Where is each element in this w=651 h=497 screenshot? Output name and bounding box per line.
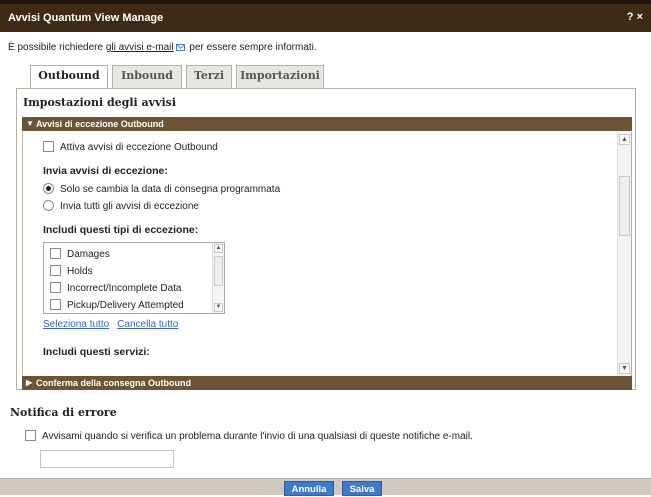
list-item[interactable]: Damages [50,248,110,260]
incorrect-data-checkbox[interactable] [50,282,61,293]
email-alerts-link[interactable]: gli avvisi e-mail [106,42,174,53]
intro-after: per essere sempre informati. [186,42,317,53]
scroll-thumb[interactable] [214,256,223,286]
section-delivery-confirmation[interactable]: ▶ Conferma della consegna Outbound [22,376,632,390]
intro-text: È possibile richiedere gli avvisi e-mail… [8,42,317,53]
list-item[interactable]: Holds [50,265,93,277]
scroll-down-icon[interactable]: ▼ [619,363,630,374]
window-titlebar: Avvisi Quantum View Manage ? × [0,0,651,32]
radio-scheduled-date[interactable]: Solo se cambia la data di consegna progr… [43,183,280,195]
intro-before: È possibile richiedere [8,42,106,53]
list-item[interactable]: Pickup/Delivery Attempted [50,299,184,311]
tab-outbound[interactable]: Outbound [30,65,108,89]
list-item-label: Damages [67,249,110,260]
selection-links: Seleziona tutto Cancella tutto [43,319,186,330]
footer-bar: Annulla Salva [0,478,651,496]
send-heading: Invia avvisi di eccezione: [43,165,168,177]
radio-all-exceptions-label: Invia tutti gli avvisi di eccezione [60,201,199,212]
pickup-delivery-checkbox[interactable] [50,299,61,310]
radio-scheduled-date-label: Solo se cambia la data di consegna progr… [60,184,281,195]
scroll-thumb[interactable] [619,176,630,236]
notify-email-input[interactable] [40,450,174,468]
notify-row[interactable]: Avvisami quando si verifica un problema … [25,430,473,442]
help-close-icon[interactable]: ? × [627,11,643,23]
section-content[interactable]: Attiva avvisi di eccezione Outbound Invi… [22,132,632,376]
scroll-down-icon[interactable]: ▼ [214,303,223,312]
notify-checkbox[interactable] [25,430,36,441]
panel-title: Impostazioni degli avvisi [23,96,177,109]
mail-icon[interactable] [175,44,185,51]
enable-outbound-label: Attiva avvisi di eccezione Outbound [60,142,218,153]
window-title: Avvisi Quantum View Manage [8,12,164,24]
save-button[interactable]: Salva [342,481,382,496]
section-outbound-exceptions[interactable]: ▼ Avvisi di eccezione Outbound [22,117,632,131]
list-item-label: Incorrect/Incomplete Data [67,283,182,294]
list-item-label: Holds [67,266,93,277]
clear-all-link[interactable]: Cancella tutto [117,319,178,330]
include-services-heading: Includi questi servizi: [43,346,150,358]
tab-inbound[interactable]: Inbound [112,65,182,88]
scroll-up-icon[interactable]: ▲ [619,134,630,145]
section-scrollbar[interactable]: ▲ ▼ [617,132,631,376]
tab-terzi[interactable]: Terzi [186,65,232,88]
radio-all-exceptions-button[interactable] [43,200,54,211]
notify-title: Notifica di errore [10,406,117,419]
list-item-label: Pickup/Delivery Attempted [67,300,184,311]
radio-all-exceptions[interactable]: Invia tutti gli avvisi di eccezione [43,200,199,212]
section-delivery-label: Conferma della consegna Outbound [36,378,192,388]
settings-panel: Impostazioni degli avvisi ▼ Avvisi di ec… [16,88,636,390]
notify-label: Avvisami quando si verifica un problema … [42,431,473,442]
damages-checkbox[interactable] [50,248,61,259]
enable-outbound-row[interactable]: Attiva avvisi di eccezione Outbound [43,141,218,153]
select-all-link[interactable]: Seleziona tutto [43,319,109,330]
chevron-right-icon: ▶ [26,378,33,387]
include-types-heading: Includi questi tipi di eccezione: [43,224,199,236]
chevron-down-icon: ▼ [26,119,34,128]
scroll-up-icon[interactable]: ▲ [214,244,223,253]
section-outbound-label: Avvisi di eccezione Outbound [36,119,164,129]
exception-types-list[interactable]: Damages Holds Incorrect/Incomplete Data … [43,242,225,314]
list-scrollbar[interactable]: ▲ ▼ [212,243,224,313]
tab-importazioni[interactable]: Importazioni [236,65,324,88]
list-item[interactable]: Incorrect/Incomplete Data [50,282,182,294]
enable-outbound-checkbox[interactable] [43,141,54,152]
holds-checkbox[interactable] [50,265,61,276]
cancel-button[interactable]: Annulla [284,481,334,496]
radio-scheduled-date-button[interactable] [43,183,54,194]
